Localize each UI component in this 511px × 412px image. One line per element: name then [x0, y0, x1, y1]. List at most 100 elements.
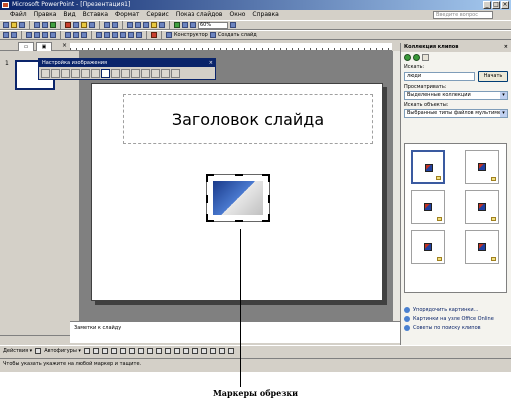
underline-icon[interactable]: [42, 32, 48, 38]
tables-icon[interactable]: [135, 22, 141, 28]
italic-icon[interactable]: [34, 32, 40, 38]
redo-icon[interactable]: [112, 22, 118, 28]
menu-slideshow[interactable]: Показ слайдов: [176, 10, 223, 20]
format-picture-icon[interactable]: [151, 69, 160, 78]
less-contrast-icon[interactable]: [71, 69, 80, 78]
expand-icon[interactable]: [174, 22, 180, 28]
new-slide-button[interactable]: Создать слайд: [218, 32, 257, 38]
close-pane-icon[interactable]: ×: [62, 42, 67, 49]
open-icon[interactable]: [11, 22, 17, 28]
decrease-font-icon[interactable]: [120, 32, 126, 38]
clipart-icon[interactable]: [151, 22, 157, 28]
close-window-button[interactable]: ×: [501, 1, 509, 9]
less-brightness-icon[interactable]: [91, 69, 100, 78]
actions-menu[interactable]: Действия ▾: [3, 348, 32, 354]
rotate-icon[interactable]: [111, 69, 120, 78]
undo-icon[interactable]: [104, 22, 110, 28]
clip-item[interactable]: [465, 190, 499, 224]
3d-style-icon[interactable]: [227, 348, 234, 354]
arrow-style-icon[interactable]: [209, 348, 216, 354]
picture-toolbar-close[interactable]: ×: [209, 59, 213, 67]
more-contrast-icon[interactable]: [61, 69, 70, 78]
slide-title[interactable]: Заголовок слайда: [123, 94, 373, 144]
grid-icon[interactable]: [182, 22, 188, 28]
preview-icon[interactable]: [42, 22, 48, 28]
select-arrow-icon[interactable]: [35, 348, 42, 354]
browse-select[interactable]: Выделенные коллекции ▾: [404, 91, 508, 100]
dash-style-icon[interactable]: [200, 348, 207, 354]
fill-color-icon[interactable]: [164, 348, 171, 354]
home-icon[interactable]: [422, 53, 429, 61]
clip-item[interactable]: [465, 150, 499, 184]
find-select[interactable]: Выбранные типы файлов мультимед ▾: [404, 109, 508, 118]
clip-item[interactable]: [411, 230, 445, 264]
zoom-select[interactable]: 60%: [198, 21, 228, 29]
copy-icon[interactable]: [73, 22, 79, 28]
search-tips-link[interactable]: Советы по поиску клипов: [404, 325, 509, 331]
menu-file[interactable]: Файл: [10, 10, 27, 20]
crop-handle-bottom[interactable]: [235, 220, 243, 222]
font-icon[interactable]: [3, 32, 9, 38]
chart-icon[interactable]: [143, 22, 149, 28]
office-online-link[interactable]: Картинки на узле Office Online: [404, 316, 509, 322]
menu-view[interactable]: Вид: [63, 10, 75, 20]
increase-font-icon[interactable]: [112, 32, 118, 38]
organize-clips-link[interactable]: Упорядочить картинки...: [404, 307, 509, 313]
menu-help[interactable]: Справка: [252, 10, 278, 20]
bold-icon[interactable]: [26, 32, 32, 38]
help-icon[interactable]: [230, 22, 236, 28]
search-input[interactable]: люди: [404, 72, 475, 81]
textbox-icon[interactable]: [119, 348, 126, 354]
numbering-icon[interactable]: [96, 32, 102, 38]
font-color-icon[interactable]: [182, 348, 189, 354]
search-button[interactable]: Начать: [478, 71, 508, 82]
line-style-icon[interactable]: [121, 69, 130, 78]
help-question-input[interactable]: Введите вопрос: [433, 11, 493, 19]
shadow-icon[interactable]: [50, 32, 56, 38]
autoshapes-menu[interactable]: Автофигуры ▾: [44, 348, 81, 354]
menu-insert[interactable]: Вставка: [83, 10, 108, 20]
tab-slides[interactable]: ▣: [36, 42, 52, 51]
image-icon[interactable]: [159, 22, 165, 28]
crop-handle-top[interactable]: [235, 174, 243, 176]
back-icon[interactable]: [404, 53, 411, 61]
task-pane-close[interactable]: ×: [504, 43, 508, 52]
compress-icon[interactable]: [131, 69, 140, 78]
picture-icon[interactable]: [155, 348, 162, 354]
clip-item[interactable]: [411, 150, 445, 184]
align-left-icon[interactable]: [65, 32, 71, 38]
save-icon[interactable]: [19, 22, 25, 28]
designer-button[interactable]: Конструктор: [174, 32, 208, 38]
spelling-icon[interactable]: [50, 22, 56, 28]
oval-icon[interactable]: [110, 348, 117, 354]
vertical-scrollbar[interactable]: [392, 51, 400, 321]
format-painter-icon[interactable]: [89, 22, 95, 28]
reset-picture-icon[interactable]: [171, 69, 180, 78]
color-grayscale-icon[interactable]: [190, 22, 196, 28]
align-center-icon[interactable]: [73, 32, 79, 38]
font-size-icon[interactable]: [11, 32, 17, 38]
diagram-icon[interactable]: [137, 348, 144, 354]
designer-icon[interactable]: [166, 32, 172, 38]
shadow-style-icon[interactable]: [218, 348, 225, 354]
hyperlink-icon[interactable]: [127, 22, 133, 28]
selected-picture[interactable]: [206, 174, 270, 222]
recolor-icon[interactable]: [141, 69, 150, 78]
minimize-button[interactable]: _: [483, 1, 491, 9]
menu-window[interactable]: Окно: [229, 10, 245, 20]
crop-handle-left[interactable]: [206, 195, 208, 203]
transparent-color-icon[interactable]: [161, 69, 170, 78]
more-brightness-icon[interactable]: [81, 69, 90, 78]
clipart-icon[interactable]: [146, 348, 153, 354]
maximize-button[interactable]: □: [492, 1, 500, 9]
line-color-icon[interactable]: [173, 348, 180, 354]
clip-item[interactable]: [465, 230, 499, 264]
increase-indent-icon[interactable]: [136, 32, 142, 38]
menu-format[interactable]: Формат: [115, 10, 139, 20]
insert-picture-icon[interactable]: [41, 69, 50, 78]
arrow-icon[interactable]: [92, 348, 99, 354]
rectangle-icon[interactable]: [101, 348, 108, 354]
decrease-indent-icon[interactable]: [128, 32, 134, 38]
font-color-icon[interactable]: [151, 32, 157, 38]
print-icon[interactable]: [34, 22, 40, 28]
